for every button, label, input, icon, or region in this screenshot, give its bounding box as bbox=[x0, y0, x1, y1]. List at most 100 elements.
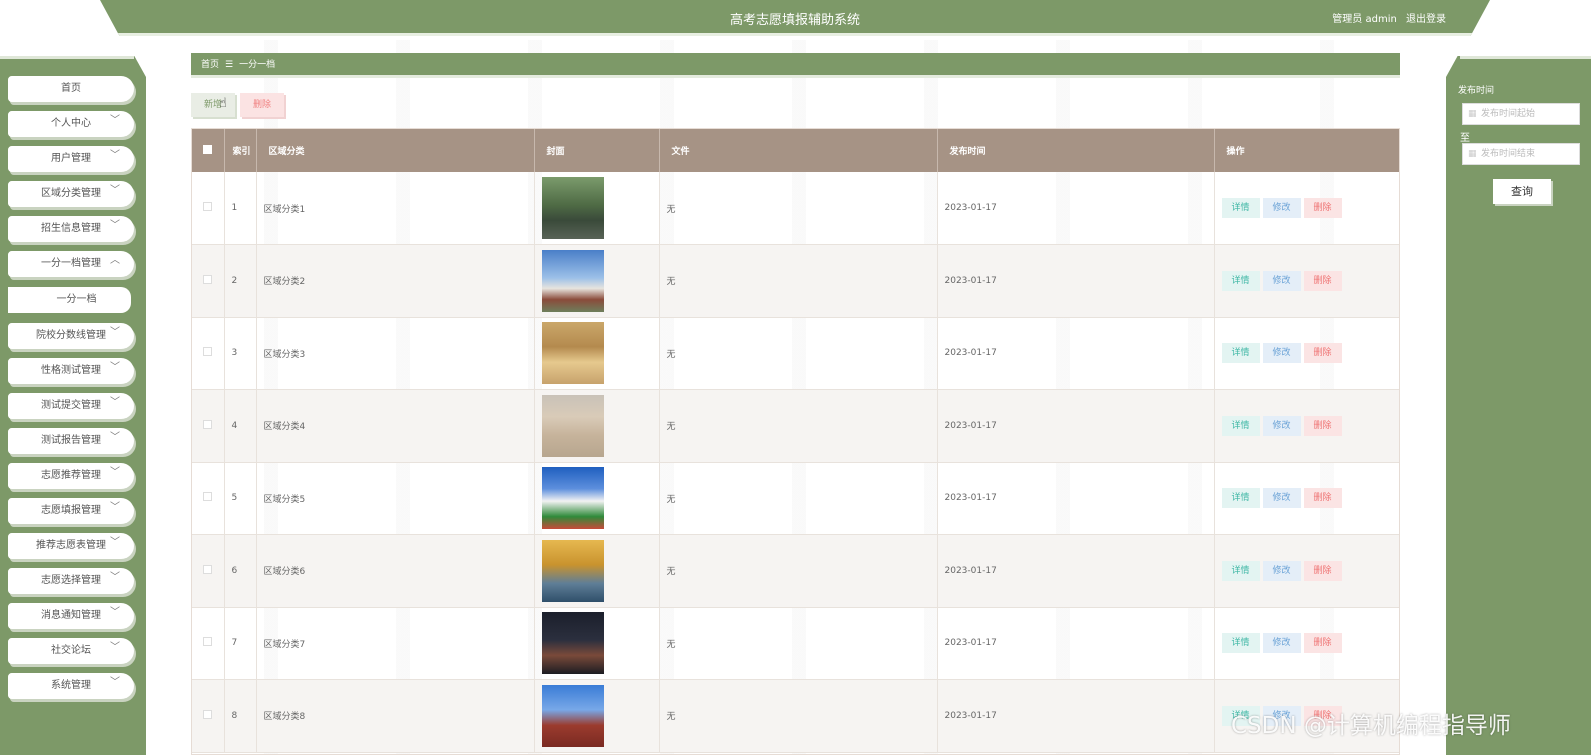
detail-button[interactable]: 详情 bbox=[1221, 343, 1260, 364]
query-button[interactable]: 查询 bbox=[1493, 179, 1551, 204]
breadcrumb-current: 一分一档 bbox=[239, 60, 276, 70]
sidebar-item-label: 消息通知管理 bbox=[41, 610, 101, 621]
sidebar-item-personal-center[interactable]: 个人中心 ﹀ bbox=[8, 111, 134, 137]
sidebar-item-admission-management[interactable]: 招生信息管理 ﹀ bbox=[8, 216, 134, 242]
sidebar-subitem-score-rank[interactable]: 一分一档 bbox=[8, 287, 131, 313]
row-file: 无 bbox=[659, 244, 938, 318]
row-index: 8 bbox=[224, 679, 257, 753]
add-button[interactable]: 新增 bbox=[191, 93, 235, 117]
date-end-input[interactable]: ▦ 发布时间结束 bbox=[1462, 143, 1580, 165]
edit-button[interactable]: 修改 bbox=[1262, 560, 1301, 581]
chevron-down-icon: ﹀ bbox=[110, 607, 120, 618]
row-cover-cell bbox=[534, 389, 660, 463]
row-date: 2023-01-17 bbox=[937, 389, 1215, 463]
row-date: 2023-01-17 bbox=[937, 244, 1215, 318]
table-row: 6 区域分类6 无 2023-01-17 详情 修改 删除 bbox=[192, 534, 1399, 608]
row-operations: 详情 修改 删除 bbox=[1214, 172, 1399, 245]
sidebar-item-school-score-management[interactable]: 院校分数线管理 ﹀ bbox=[8, 323, 134, 349]
sidebar-item-user-management[interactable]: 用户管理 ﹀ bbox=[8, 146, 134, 172]
bulk-delete-button[interactable]: 删除 bbox=[240, 93, 284, 117]
sidebar-item-selection[interactable]: 志愿选择管理 ﹀ bbox=[8, 568, 134, 594]
sidebar-item-test-report[interactable]: 测试报告管理 ﹀ bbox=[8, 428, 134, 454]
row-region: 区域分类1 bbox=[256, 172, 535, 245]
sidebar-item-system[interactable]: 系统管理 ﹀ bbox=[8, 673, 134, 699]
edit-button[interactable]: 修改 bbox=[1262, 633, 1301, 654]
edit-button[interactable]: 修改 bbox=[1262, 488, 1301, 509]
column-header-index: 索引 bbox=[224, 129, 257, 172]
chevron-down-icon: ﹀ bbox=[110, 397, 120, 408]
row-operations: 详情 修改 删除 bbox=[1214, 462, 1399, 535]
chevron-down-icon: ﹀ bbox=[110, 185, 120, 196]
detail-button[interactable]: 详情 bbox=[1221, 560, 1260, 581]
sidebar-item-application[interactable]: 志愿填报管理 ﹀ bbox=[8, 498, 134, 524]
delete-button[interactable]: 删除 bbox=[1303, 560, 1342, 581]
cover-image bbox=[541, 467, 604, 530]
app-title: 高考志愿填报辅助系统 bbox=[729, 13, 860, 28]
row-operations: 详情 修改 删除 bbox=[1214, 607, 1399, 680]
table-row: 1 区域分类1 无 2023-01-17 详情 修改 删除 bbox=[192, 172, 1399, 245]
top-bar: 高考志愿填报辅助系统 管理员 admin 退出登录 bbox=[100, 0, 1490, 36]
select-all-checkbox[interactable] bbox=[192, 129, 225, 172]
delete-button[interactable]: 删除 bbox=[1303, 488, 1342, 509]
sidebar-item-label: 测试提交管理 bbox=[41, 400, 101, 411]
sidebar-item-home[interactable]: 首页 bbox=[8, 76, 134, 102]
delete-button[interactable]: 删除 bbox=[1303, 633, 1342, 654]
delete-button[interactable]: 删除 bbox=[1303, 343, 1342, 364]
row-region: 区域分类7 bbox=[256, 607, 535, 680]
column-header-cover: 封面 bbox=[534, 129, 660, 172]
delete-button[interactable]: 删除 bbox=[1303, 270, 1342, 291]
row-checkbox[interactable] bbox=[192, 679, 225, 753]
sidebar-item-forum[interactable]: 社交论坛 ﹀ bbox=[8, 638, 134, 664]
detail-button[interactable]: 详情 bbox=[1221, 488, 1260, 509]
chevron-down-icon: ﹀ bbox=[110, 220, 120, 231]
delete-button[interactable]: 删除 bbox=[1303, 415, 1342, 436]
breadcrumb-home[interactable]: 首页 bbox=[201, 60, 219, 70]
date-start-input[interactable]: ▦ 发布时间起始 bbox=[1462, 103, 1580, 125]
detail-button[interactable]: 详情 bbox=[1221, 270, 1260, 291]
table-row: 4 区域分类4 无 2023-01-17 详情 修改 删除 bbox=[192, 389, 1399, 463]
date-start-placeholder: 发布时间起始 bbox=[1481, 109, 1536, 119]
sidebar-item-score-rank-management[interactable]: 一分一档管理 ︿ bbox=[8, 251, 134, 277]
row-date: 2023-01-17 bbox=[937, 534, 1215, 608]
row-region: 区域分类8 bbox=[256, 679, 535, 753]
row-checkbox[interactable] bbox=[192, 244, 225, 318]
delete-button[interactable]: 删除 bbox=[1303, 198, 1342, 218]
row-region: 区域分类2 bbox=[256, 244, 535, 318]
table-row: 7 区域分类7 无 2023-01-17 详情 修改 删除 bbox=[192, 607, 1399, 680]
sidebar-item-region-management[interactable]: 区域分类管理 ﹀ bbox=[8, 181, 134, 207]
row-checkbox[interactable] bbox=[192, 534, 225, 608]
sidebar-item-test-submission[interactable]: 测试提交管理 ﹀ bbox=[8, 393, 134, 419]
sidebar-item-recommended-table[interactable]: 推荐志愿表管理 ﹀ bbox=[8, 533, 134, 559]
row-region: 区域分类4 bbox=[256, 389, 535, 463]
row-index: 2 bbox=[224, 244, 257, 318]
row-region: 区域分类3 bbox=[256, 317, 535, 390]
sidebar-item-recommendation[interactable]: 志愿推荐管理 ﹀ bbox=[8, 463, 134, 489]
sidebar-item-label: 个人中心 bbox=[51, 118, 91, 129]
edit-button[interactable]: 修改 bbox=[1262, 270, 1301, 291]
column-header-ops: 操作 bbox=[1214, 129, 1399, 172]
sidebar-item-personality-test[interactable]: 性格测试管理 ﹀ bbox=[8, 358, 134, 384]
edit-button[interactable]: 修改 bbox=[1262, 343, 1301, 364]
row-checkbox[interactable] bbox=[192, 172, 225, 245]
sidebar-item-label: 社交论坛 bbox=[51, 645, 91, 656]
edit-button[interactable]: 修改 bbox=[1262, 415, 1301, 436]
edit-button[interactable]: 修改 bbox=[1262, 198, 1301, 218]
row-cover-cell bbox=[534, 462, 660, 535]
row-date: 2023-01-17 bbox=[937, 679, 1215, 753]
detail-button[interactable]: 详情 bbox=[1221, 633, 1260, 654]
row-checkbox[interactable] bbox=[192, 607, 225, 680]
row-checkbox[interactable] bbox=[192, 389, 225, 463]
detail-button[interactable]: 详情 bbox=[1221, 415, 1260, 436]
row-file: 无 bbox=[659, 534, 938, 608]
logout-link[interactable]: 退出登录 bbox=[1406, 14, 1446, 25]
filter-panel: 发布时间 ▦ 发布时间起始 至 ▦ 发布时间结束 查询 bbox=[1446, 56, 1591, 755]
row-checkbox[interactable] bbox=[192, 317, 225, 390]
sidebar-item-label: 院校分数线管理 bbox=[36, 330, 106, 341]
chevron-down-icon: ﹀ bbox=[110, 467, 120, 478]
row-checkbox[interactable] bbox=[192, 462, 225, 535]
column-header-date: 发布时间 bbox=[937, 129, 1215, 172]
sidebar-nav: 首页 个人中心 ﹀ 用户管理 ﹀ 区域分类管理 ﹀ 招生信息管理 ﹀ 一分一档管理 ︿ 一… bbox=[0, 56, 146, 755]
detail-button[interactable]: 详情 bbox=[1221, 198, 1260, 218]
sidebar-item-notifications[interactable]: 消息通知管理 ﹀ bbox=[8, 603, 134, 629]
cover-image bbox=[541, 249, 604, 312]
